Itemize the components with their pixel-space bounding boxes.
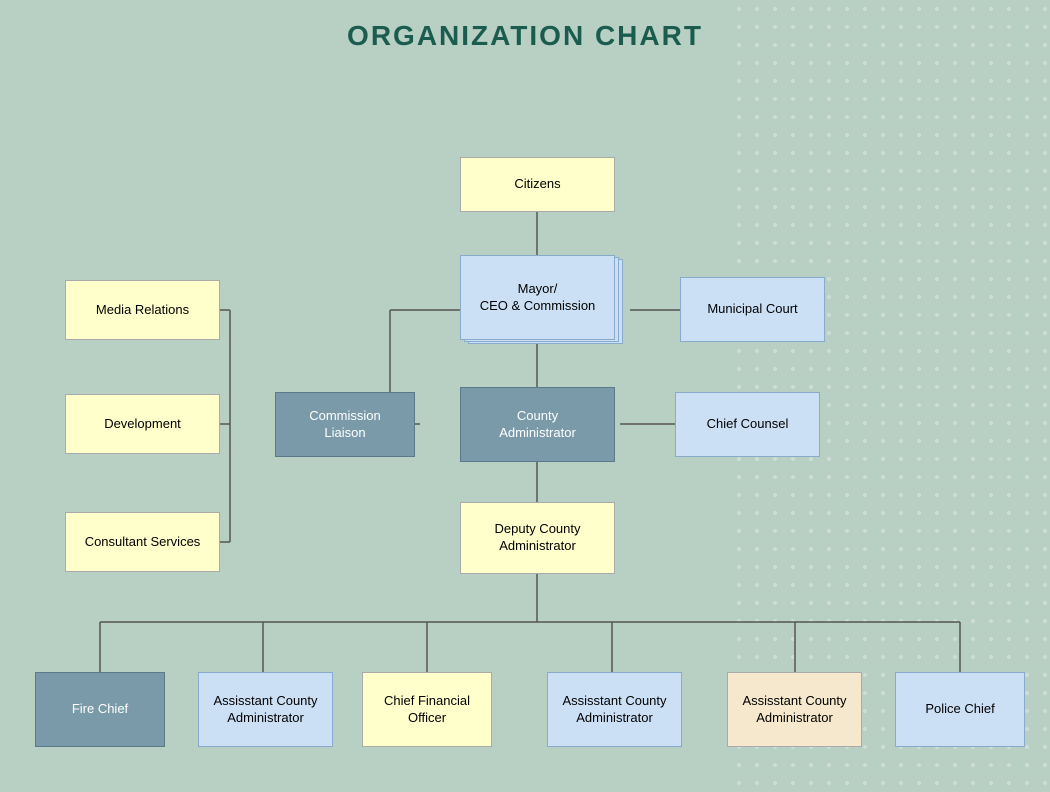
citizens-box: Citizens xyxy=(460,157,615,212)
police-chief-box: Police Chief xyxy=(895,672,1025,747)
development-box: Development xyxy=(65,394,220,454)
commission-liaison-box: Commission Liaison xyxy=(275,392,415,457)
cfo-box: Chief Financial Officer xyxy=(362,672,492,747)
consultant-services-box: Consultant Services xyxy=(65,512,220,572)
mayor-box: Mayor/ CEO & Commission xyxy=(460,255,615,340)
county-admin-box: County Administrator xyxy=(460,387,615,462)
asst-admin-1-box: Assisstant County Administrator xyxy=(198,672,333,747)
page-title: ORGANIZATION CHART xyxy=(0,0,1050,62)
asst-admin-2-box: Assisstant County Administrator xyxy=(547,672,682,747)
deputy-county-admin-box: Deputy County Administrator xyxy=(460,502,615,574)
asst-admin-3-box: Assisstant County Administrator xyxy=(727,672,862,747)
media-relations-box: Media Relations xyxy=(65,280,220,340)
municipal-court-box: Municipal Court xyxy=(680,277,825,342)
fire-chief-box: Fire Chief xyxy=(35,672,165,747)
chief-counsel-box: Chief Counsel xyxy=(675,392,820,457)
